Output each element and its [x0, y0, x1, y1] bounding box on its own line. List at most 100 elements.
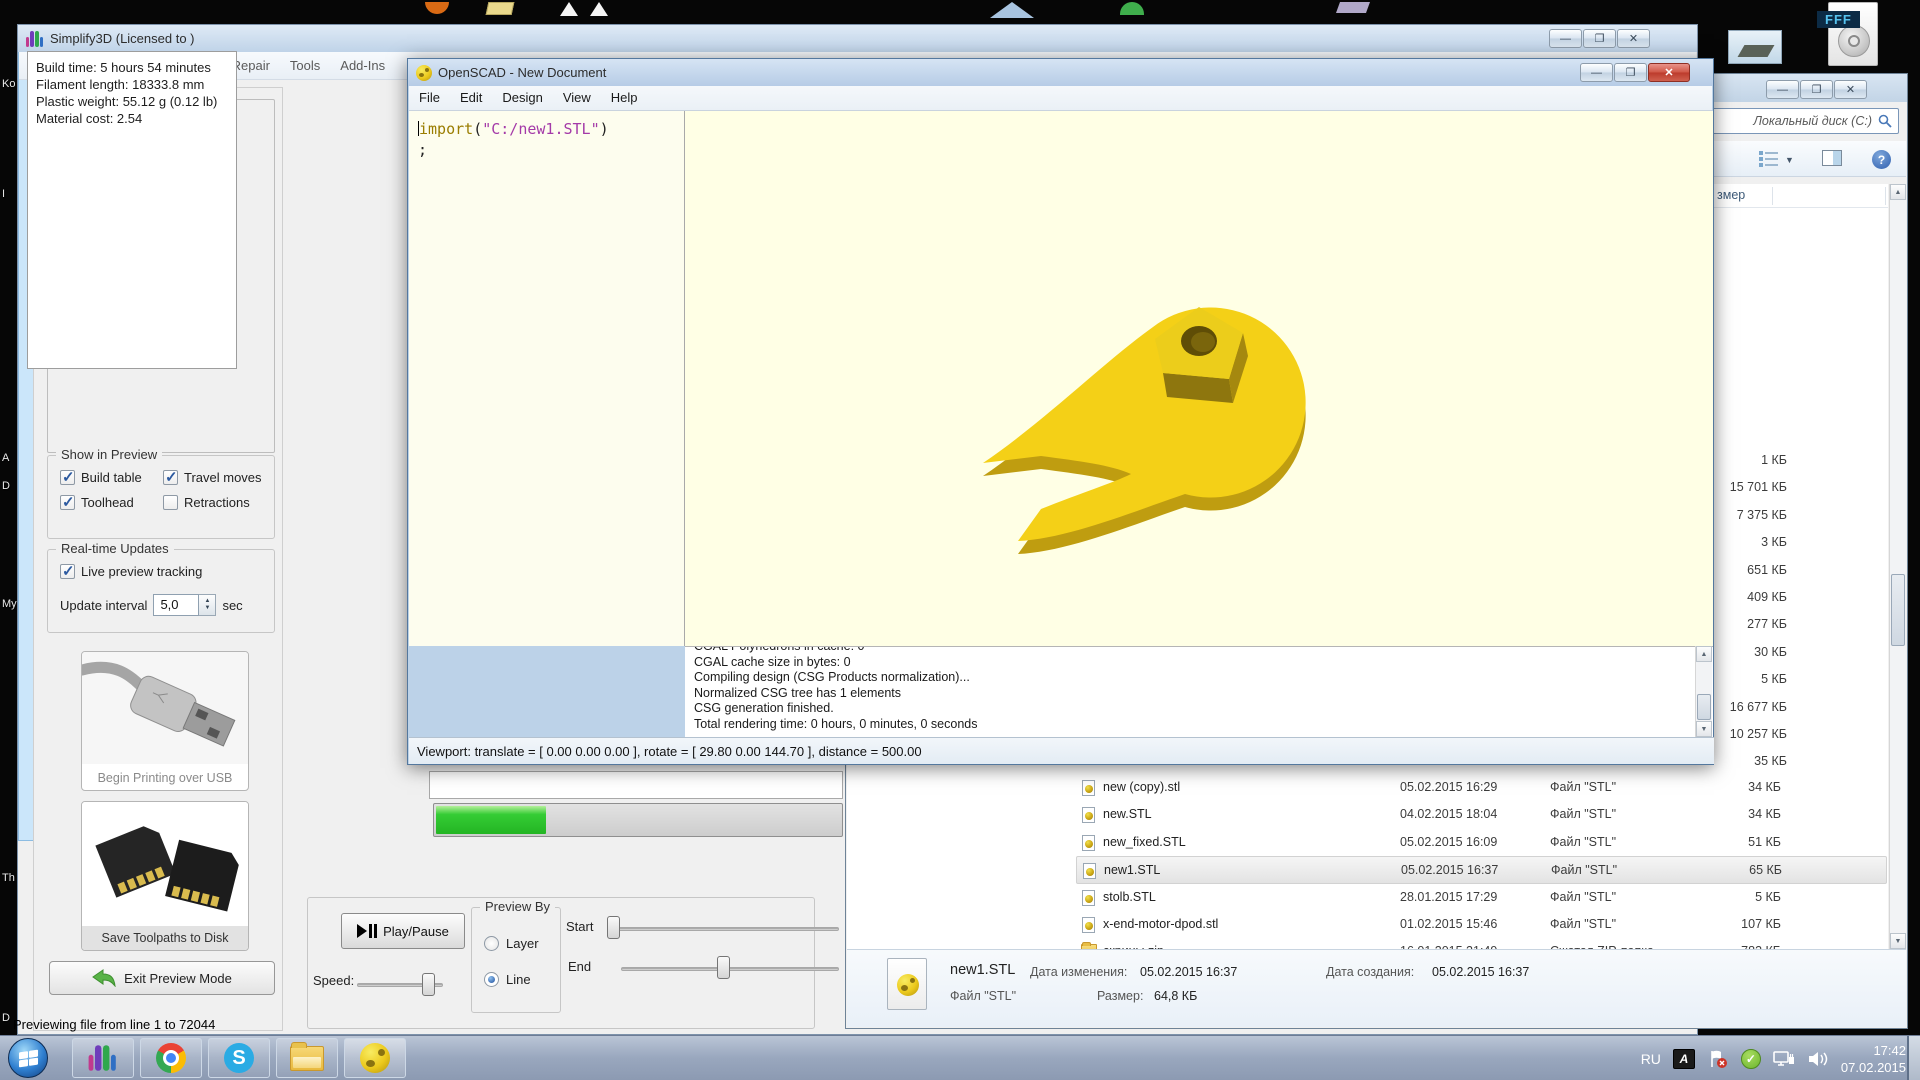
end-slider-track[interactable] — [621, 967, 839, 971]
fff-file-desktop-icon[interactable]: FFF — [1828, 2, 1878, 66]
minimize-button[interactable]: — — [1766, 80, 1799, 99]
size-column-header[interactable]: змер — [1717, 188, 1745, 202]
language-indicator[interactable]: RU — [1641, 1051, 1661, 1067]
checkbox[interactable] — [163, 470, 178, 485]
start-slider-track[interactable] — [609, 927, 839, 931]
skype-icon: S — [224, 1043, 254, 1073]
end-slider-thumb[interactable] — [717, 956, 730, 979]
preview-option-travel-moves[interactable]: Travel moves — [163, 470, 266, 485]
file-row[interactable]: new (copy).stl05.02.2015 16:29Файл "STL"… — [1076, 774, 1887, 801]
minimize-button[interactable]: — — [1580, 63, 1613, 82]
view-dropdown-icon[interactable]: ▼ — [1785, 155, 1794, 165]
spin-up-icon[interactable]: ▲ — [204, 598, 210, 605]
preview-option-retractions[interactable]: Retractions — [163, 495, 266, 510]
action-center-flag-icon[interactable] — [1707, 1049, 1729, 1069]
play-pause-button[interactable]: Play/Pause — [341, 913, 465, 949]
menu-item-help[interactable]: Help — [601, 85, 648, 111]
file-row[interactable]: stolb.STL28.01.2015 17:29Файл "STL"5 КБ — [1076, 884, 1887, 911]
console-scrollbar[interactable]: ▲ ▼ — [1695, 646, 1712, 737]
file-row[interactable]: new1.STL05.02.2015 16:37Файл "STL"65 КБ — [1076, 856, 1887, 883]
clock[interactable]: 17:42 07.02.2015 — [1841, 1042, 1906, 1076]
checkbox[interactable] — [60, 495, 75, 510]
close-button[interactable]: ✕ — [1834, 80, 1867, 99]
explorer-search-box[interactable]: Локальный диск (C:) — [1712, 108, 1899, 134]
menu-item-file[interactable]: File — [409, 85, 450, 111]
scrollbar-thumb[interactable] — [1891, 574, 1905, 646]
file-type: Файл "STL" — [1551, 863, 1617, 877]
menu-item-view[interactable]: View — [553, 85, 601, 111]
maximize-button[interactable]: ❐ — [1583, 29, 1616, 48]
file-date: 05.02.2015 16:09 — [1400, 835, 1497, 849]
realtime-updates-title: Real-time Updates — [56, 541, 174, 556]
sd-cards-icon — [82, 802, 248, 926]
live-preview-tracking-row[interactable]: Live preview tracking — [60, 564, 202, 579]
menu-item-edit[interactable]: Edit — [450, 85, 492, 111]
minimize-button[interactable]: — — [1549, 29, 1582, 48]
exit-preview-mode-button[interactable]: Exit Preview Mode — [49, 961, 275, 995]
scroll-down-icon[interactable]: ▼ — [1696, 721, 1712, 737]
menu-item-tools[interactable]: Tools — [280, 53, 330, 79]
antivirus-ok-icon[interactable]: ✓ — [1741, 1049, 1761, 1069]
preview-pane-icon[interactable] — [1822, 150, 1842, 166]
file-row[interactable]: new_fixed.STL05.02.2015 16:09Файл "STL"5… — [1076, 829, 1887, 856]
close-button[interactable]: ✕ — [1617, 29, 1650, 48]
volume-icon[interactable] — [1807, 1049, 1829, 1069]
taskbar-item-skype[interactable]: S — [208, 1038, 270, 1078]
save-toolpaths-button[interactable]: Save Toolpaths to Disk — [81, 801, 249, 951]
stl-file-icon — [1082, 917, 1095, 933]
file-type: Файл "STL" — [1550, 807, 1616, 821]
desktop-icon-label: Ko — [2, 78, 15, 90]
show-desktop-button[interactable] — [1907, 1036, 1920, 1080]
preview-by-option-line[interactable]: Line — [484, 972, 531, 987]
spin-down-icon[interactable]: ▼ — [204, 605, 210, 612]
preview-option-build-table[interactable]: Build table — [60, 470, 163, 485]
preview-option-toolhead[interactable]: Toolhead — [60, 495, 163, 510]
3d-viewport[interactable] — [685, 111, 1713, 646]
menu-item-design[interactable]: Design — [492, 85, 552, 111]
simplify3d-titlebar[interactable]: Simplify3D (Licensed to ) — ❐ ✕ — [18, 25, 1697, 52]
preview-by-option-layer[interactable]: Layer — [484, 936, 539, 951]
taskbar-item-explorer[interactable] — [276, 1038, 338, 1078]
speed-slider-thumb[interactable] — [422, 973, 435, 996]
scroll-up-icon[interactable]: ▲ — [1890, 184, 1906, 200]
maximize-button[interactable]: ❐ — [1800, 80, 1833, 99]
file-type: Файл "STL" — [1550, 835, 1616, 849]
help-icon[interactable]: ? — [1872, 150, 1891, 169]
taskbar-item-simplify3d[interactable] — [72, 1038, 134, 1078]
scroll-up-icon[interactable]: ▲ — [1696, 646, 1712, 662]
checkbox[interactable] — [60, 470, 75, 485]
update-interval-stepper[interactable]: ▲▼ — [199, 594, 216, 616]
keyboard-layout-icon[interactable]: A — [1673, 1049, 1695, 1069]
screenshot-desktop-icon[interactable] — [1728, 30, 1782, 64]
file-size: 65 КБ — [1692, 863, 1782, 877]
start-slider-thumb[interactable] — [607, 916, 620, 939]
radio-button[interactable] — [484, 936, 499, 951]
file-row[interactable]: x-end-motor-dpod.stl01.02.2015 15:46Файл… — [1076, 911, 1887, 938]
scroll-down-icon[interactable]: ▼ — [1890, 933, 1906, 949]
network-icon[interactable] — [1773, 1049, 1795, 1069]
begin-printing-usb-button[interactable]: Begin Printing over USB — [81, 651, 249, 791]
radio-button[interactable] — [484, 972, 499, 987]
start-button[interactable] — [8, 1038, 48, 1078]
explorer-scrollbar[interactable]: ▲ ▼ — [1889, 184, 1906, 949]
file-row[interactable]: new.STL04.02.2015 18:04Файл "STL"34 КБ — [1076, 801, 1887, 828]
close-button[interactable]: ✕ — [1648, 63, 1690, 82]
taskbar-item-chrome[interactable] — [140, 1038, 202, 1078]
file-name: new_fixed.STL — [1103, 835, 1186, 849]
view-mode-icon[interactable] — [1759, 150, 1779, 167]
openscad-titlebar[interactable]: OpenSCAD - New Document — ❐ ✕ — [408, 59, 1713, 86]
checkbox[interactable] — [163, 495, 178, 510]
code-editor[interactable]: import("C:/new1.STL") ; — [409, 111, 685, 646]
update-interval-input[interactable]: 5,0 — [153, 594, 199, 616]
file-name: new1.STL — [1104, 863, 1160, 877]
maximize-button[interactable]: ❐ — [1614, 63, 1647, 82]
back-arrow-icon — [92, 969, 116, 987]
live-preview-tracking-checkbox[interactable] — [60, 564, 75, 579]
scrollbar-thumb[interactable] — [1697, 694, 1711, 720]
console[interactable]: CGAL Polyhedrons in cache: 0CGAL cache s… — [685, 646, 1713, 737]
menu-item-add-ins[interactable]: Add-Ins — [330, 53, 395, 79]
taskbar-item-openscad[interactable] — [344, 1038, 406, 1078]
exit-button-label: Exit Preview Mode — [124, 971, 232, 986]
windows-logo-icon — [19, 1049, 38, 1067]
file-type: Файл "STL" — [1550, 780, 1616, 794]
